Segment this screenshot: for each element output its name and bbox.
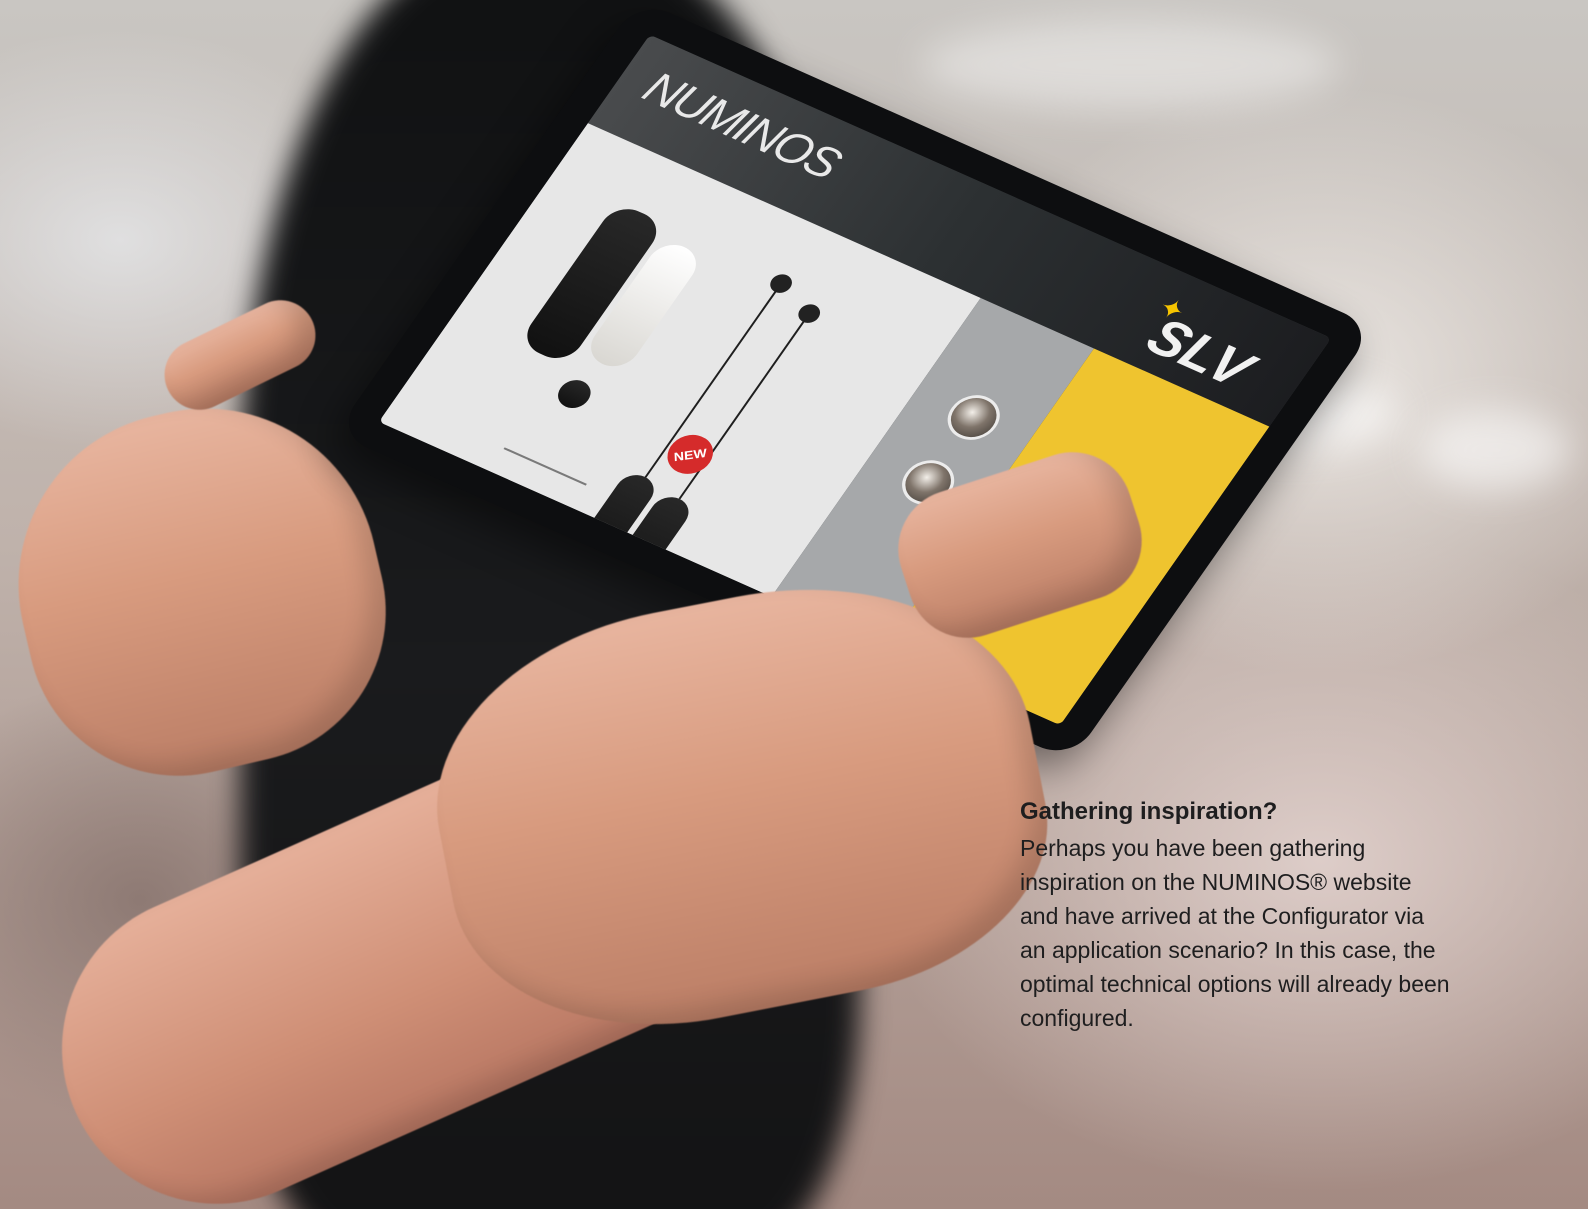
body-copy: Perhaps you have been gathering inspirat…: [1020, 835, 1450, 1031]
pendant-wire-2: [678, 319, 806, 500]
preview-divider-line: [503, 447, 587, 486]
photo-scene: NUMINOS ✦ SLV NEW Gathering inspiration?…: [0, 0, 1588, 1209]
pendant-head-2: [794, 301, 825, 327]
new-badge: NEW: [666, 432, 714, 477]
pendant-head-1: [766, 271, 797, 297]
finish-swatch-1[interactable]: [937, 387, 1010, 448]
text-overlay: Gathering inspiration? Perhaps you have …: [1020, 797, 1450, 1035]
headline: Gathering inspiration?: [1020, 798, 1278, 825]
bokeh-light-3: [920, 20, 1340, 110]
lamp-spot-small: [551, 375, 597, 413]
bokeh-light-2: [1420, 410, 1570, 490]
